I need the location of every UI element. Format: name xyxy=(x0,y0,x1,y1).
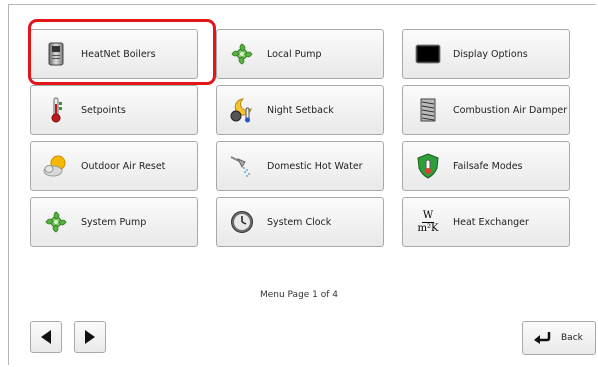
menu-item-label: Local Pump xyxy=(267,48,322,60)
combustion-air-damper-button[interactable]: Combustion Air Damper xyxy=(402,85,570,135)
menu-item-label: Setpoints xyxy=(81,104,126,116)
boiler-icon xyxy=(43,41,69,67)
return-arrow-icon xyxy=(534,332,551,344)
outdoor-air-reset-button[interactable]: Outdoor Air Reset xyxy=(30,141,198,191)
display-icon xyxy=(415,41,441,67)
failsafe-modes-button[interactable]: Failsafe Modes xyxy=(402,141,570,191)
clock-icon xyxy=(229,209,255,235)
menu-item-label: Outdoor Air Reset xyxy=(81,160,166,172)
sun-cloud-icon xyxy=(43,153,69,179)
page-indicator: Menu Page 1 of 4 xyxy=(259,290,339,300)
system-pump-button[interactable]: System Pump xyxy=(30,197,198,247)
shield-icon xyxy=(415,153,441,179)
display-options-button[interactable]: Display Options xyxy=(402,29,570,79)
system-clock-button[interactable]: System Clock xyxy=(216,197,384,247)
w-per-m2k-icon: W m²K xyxy=(417,209,439,234)
heatnet-boilers-button[interactable]: HeatNet Boilers xyxy=(30,29,198,79)
pump-icon xyxy=(229,41,255,67)
next-page-button[interactable] xyxy=(74,321,106,353)
menu-item-label: Display Options xyxy=(453,48,528,60)
night-setback-icon xyxy=(229,97,255,123)
menu-item-label: Heat Exchanger xyxy=(453,216,529,228)
pump-icon xyxy=(43,209,69,235)
back-button[interactable]: Back xyxy=(522,321,596,355)
arrow-left-icon xyxy=(41,330,51,344)
setpoints-button[interactable]: Setpoints xyxy=(30,85,198,135)
heat-exchanger-button[interactable]: W m²K Heat Exchanger xyxy=(402,197,570,247)
menu-item-label: Failsafe Modes xyxy=(453,160,523,172)
night-setback-button[interactable]: Night Setback xyxy=(216,85,384,135)
domestic-hot-water-button[interactable]: Domestic Hot Water xyxy=(216,141,384,191)
damper-icon xyxy=(415,97,441,123)
menu-grid: HeatNet Boilers Local Pump Display Optio… xyxy=(30,29,570,247)
menu-item-label: Domestic Hot Water xyxy=(267,160,363,172)
menu-item-label: System Clock xyxy=(267,216,332,228)
thermometer-icon xyxy=(43,97,69,123)
arrow-right-icon xyxy=(85,330,95,344)
back-label: Back xyxy=(561,333,583,343)
menu-item-label: System Pump xyxy=(81,216,147,228)
shower-icon xyxy=(229,153,255,179)
menu-item-label: Night Setback xyxy=(267,104,334,116)
menu-item-label: HeatNet Boilers xyxy=(81,48,156,60)
previous-page-button[interactable] xyxy=(30,321,62,353)
local-pump-button[interactable]: Local Pump xyxy=(216,29,384,79)
menu-item-label: Combustion Air Damper xyxy=(453,104,568,116)
